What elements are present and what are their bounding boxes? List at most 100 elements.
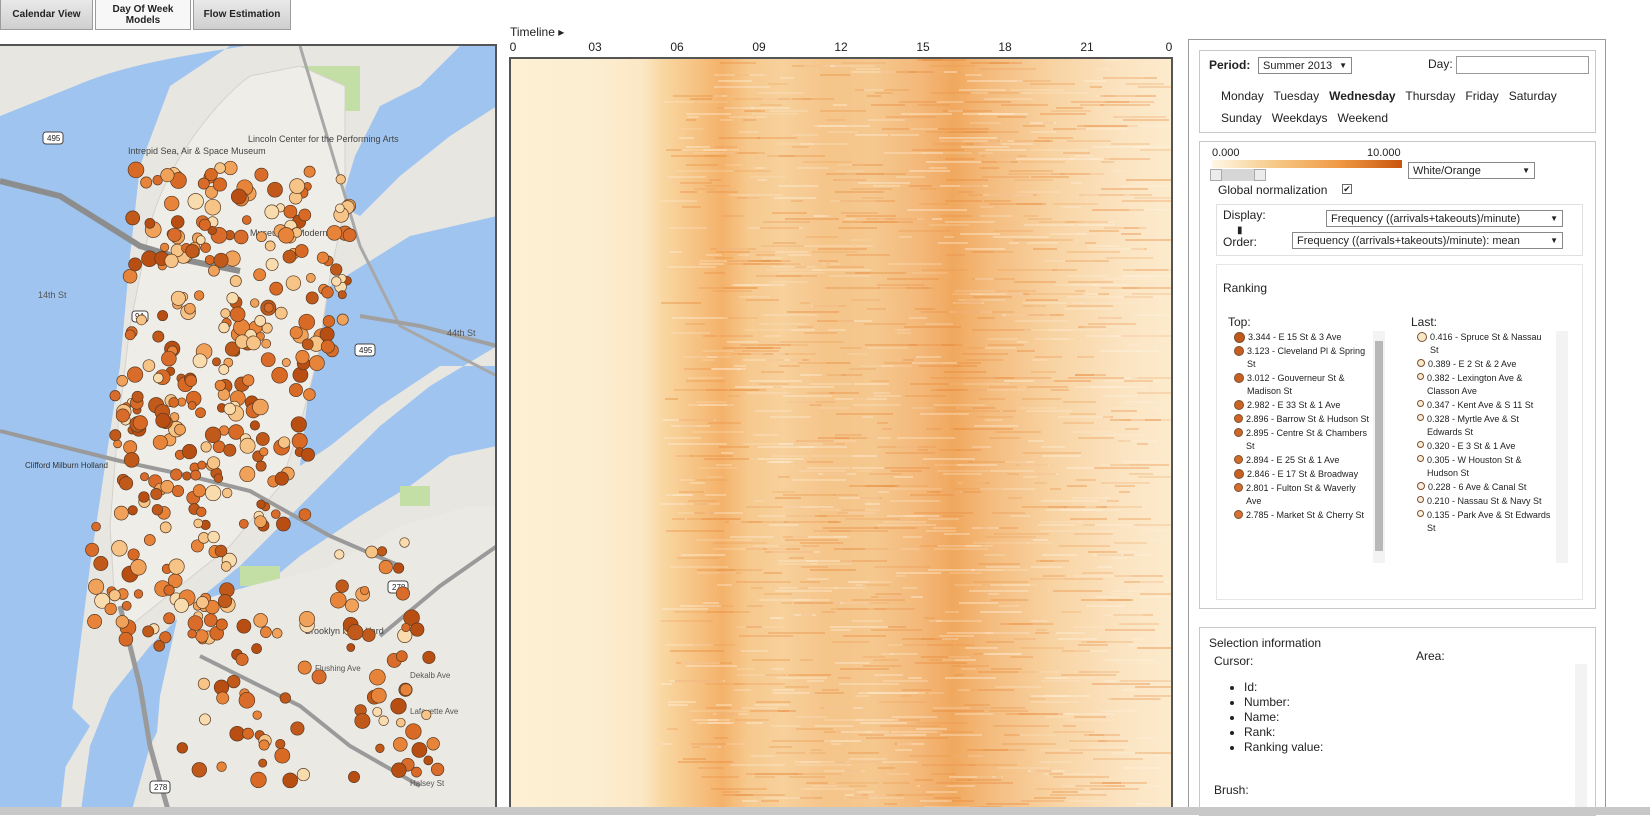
station-marker[interactable]: [197, 677, 210, 690]
ranking-item[interactable]: 2.896 - Barrow St & Hudson St: [1234, 413, 1370, 426]
station-marker[interactable]: [239, 437, 256, 454]
station-marker[interactable]: [260, 352, 276, 368]
station-marker[interactable]: [335, 203, 345, 214]
station-marker[interactable]: [422, 650, 436, 664]
station-marker[interactable]: [319, 326, 335, 342]
station-marker[interactable]: [176, 742, 188, 754]
station-marker[interactable]: [254, 515, 267, 528]
station-marker[interactable]: [212, 357, 221, 367]
station-marker[interactable]: [375, 743, 385, 753]
station-marker[interactable]: [109, 390, 121, 402]
station-marker[interactable]: [207, 530, 220, 544]
station-marker[interactable]: [218, 364, 230, 375]
station-marker[interactable]: [185, 244, 200, 259]
map-canvas[interactable]: 495 495 278 278 9A Intrepid Sea, Air & S…: [0, 46, 497, 815]
station-marker[interactable]: [253, 613, 268, 628]
station-marker[interactable]: [142, 359, 156, 372]
ranking-item[interactable]: 2.785 - Market St & Cherry St: [1234, 509, 1370, 522]
station-marker[interactable]: [138, 491, 150, 503]
station-marker[interactable]: [346, 643, 356, 652]
station-marker[interactable]: [278, 436, 291, 449]
station-marker[interactable]: [335, 579, 349, 593]
station-marker[interactable]: [197, 177, 210, 190]
colormap-select[interactable]: White/Orange ▼: [1408, 162, 1535, 179]
station-marker[interactable]: [281, 358, 291, 367]
display-select[interactable]: Frequency ((arrivals+takeouts)/minute) ▼: [1326, 210, 1563, 227]
station-marker[interactable]: [421, 709, 432, 720]
station-marker[interactable]: [251, 643, 262, 654]
station-marker[interactable]: [222, 487, 233, 499]
station-marker[interactable]: [193, 518, 203, 529]
station-marker[interactable]: [283, 204, 298, 219]
station-marker[interactable]: [195, 407, 206, 419]
ranking-item[interactable]: 2.982 - E 33 St & 1 Ave: [1234, 399, 1370, 412]
station-marker[interactable]: [151, 504, 164, 516]
timeline-toggle[interactable]: Timeline ▸: [510, 25, 564, 39]
station-marker[interactable]: [360, 585, 370, 596]
station-marker[interactable]: [122, 268, 138, 284]
station-marker[interactable]: [203, 613, 218, 627]
station-marker[interactable]: [362, 628, 376, 642]
station-marker[interactable]: [294, 244, 309, 258]
station-marker[interactable]: [274, 747, 291, 764]
station-marker[interactable]: [401, 622, 411, 633]
station-marker[interactable]: [390, 698, 407, 715]
station-marker[interactable]: [212, 177, 227, 192]
station-marker[interactable]: [196, 506, 207, 518]
station-marker[interactable]: [334, 549, 345, 560]
day-friday[interactable]: Friday: [1465, 89, 1498, 103]
period-select[interactable]: Summer 2013 ▼: [1258, 57, 1352, 74]
station-marker[interactable]: [213, 252, 229, 268]
station-marker[interactable]: [393, 737, 408, 752]
station-marker[interactable]: [298, 313, 315, 331]
station-marker[interactable]: [170, 290, 186, 306]
station-marker[interactable]: [238, 518, 249, 529]
station-marker[interactable]: [316, 251, 329, 264]
station-marker[interactable]: [258, 758, 268, 768]
day-monday[interactable]: Monday: [1221, 89, 1264, 103]
day-tuesday[interactable]: Tuesday: [1274, 89, 1320, 103]
last-list-scrollbar[interactable]: [1556, 331, 1568, 563]
station-marker[interactable]: [214, 544, 228, 558]
station-marker[interactable]: [320, 339, 335, 354]
station-marker[interactable]: [171, 484, 185, 498]
station-marker[interactable]: [298, 208, 312, 222]
station-marker[interactable]: [233, 229, 249, 245]
station-marker[interactable]: [259, 447, 269, 457]
station-marker[interactable]: [298, 611, 316, 628]
ranking-item[interactable]: 2.895 - Centre St & Chambers St: [1234, 427, 1370, 453]
station-marker[interactable]: [395, 650, 408, 663]
station-marker[interactable]: [119, 476, 134, 491]
station-marker[interactable]: [238, 692, 256, 709]
station-marker[interactable]: [330, 591, 347, 609]
station-marker[interactable]: [336, 313, 349, 326]
station-marker[interactable]: [160, 168, 175, 183]
station-marker[interactable]: [252, 398, 269, 416]
station-marker[interactable]: [168, 397, 179, 408]
ranking-item[interactable]: 3.344 - E 15 St & 3 Ave: [1234, 331, 1370, 344]
station-marker[interactable]: [229, 275, 242, 288]
station-marker[interactable]: [132, 415, 148, 431]
station-marker[interactable]: [301, 447, 315, 462]
ranking-item[interactable]: 2.801 - Fulton St & Waverly Ave: [1234, 482, 1370, 508]
ranking-item[interactable]: 0.416 - Spruce St & Nassau St: [1417, 331, 1552, 357]
station-marker[interactable]: [124, 329, 136, 341]
station-marker[interactable]: [276, 516, 291, 532]
station-marker[interactable]: [254, 315, 267, 327]
station-marker[interactable]: [411, 766, 422, 778]
station-marker[interactable]: [87, 614, 103, 629]
station-marker[interactable]: [121, 600, 132, 611]
station-marker[interactable]: [191, 762, 207, 778]
station-marker[interactable]: [182, 471, 192, 481]
station-marker[interactable]: [289, 383, 303, 398]
station-marker[interactable]: [246, 335, 261, 351]
station-marker[interactable]: [168, 558, 185, 575]
station-marker[interactable]: [303, 388, 316, 401]
station-marker[interactable]: [152, 434, 168, 450]
station-marker[interactable]: [342, 228, 357, 242]
station-marker[interactable]: [255, 460, 267, 472]
ranking-item[interactable]: 3.123 - Cleveland Pl & Spring St: [1234, 345, 1370, 371]
station-marker[interactable]: [187, 615, 204, 631]
station-marker[interactable]: [378, 715, 389, 726]
station-marker[interactable]: [85, 542, 100, 557]
